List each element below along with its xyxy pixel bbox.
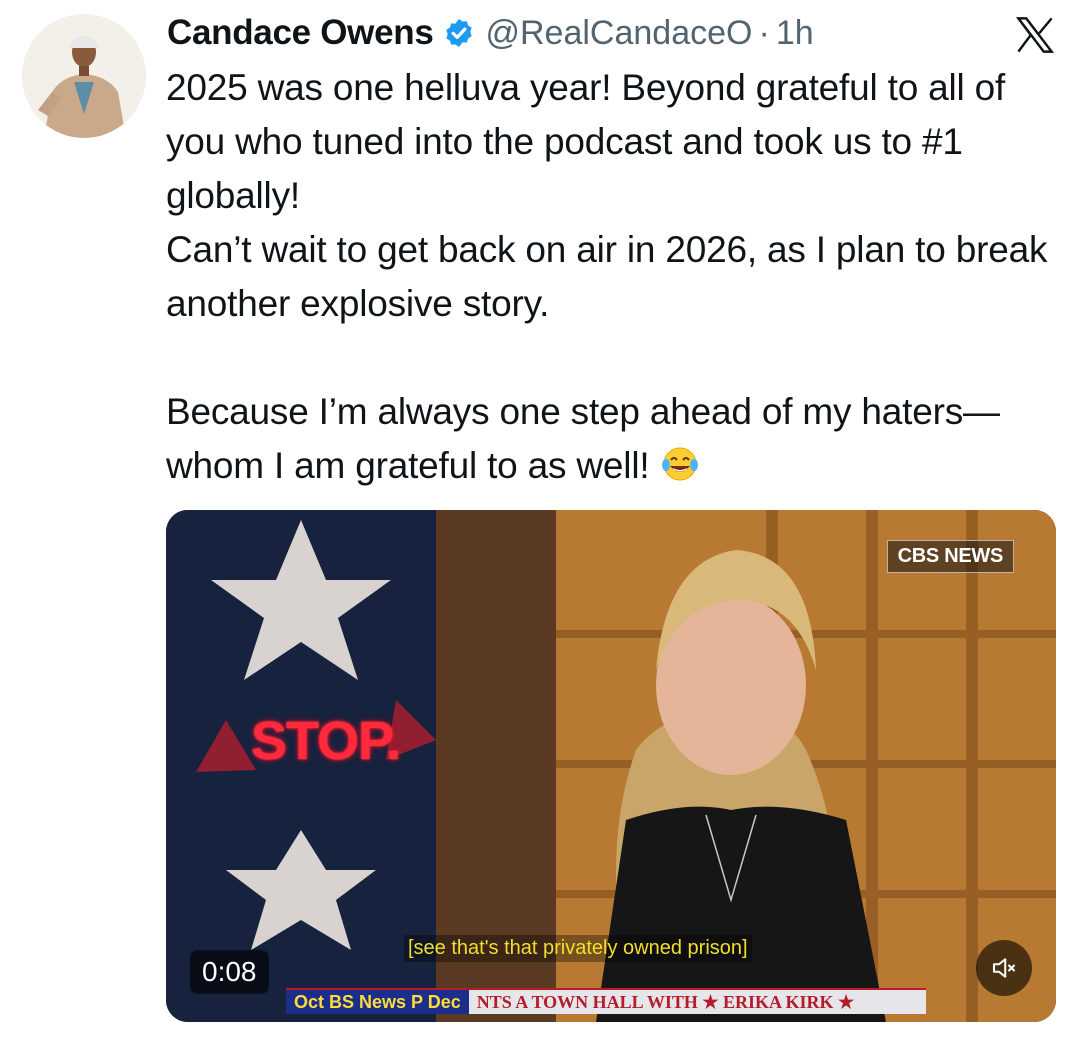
video-subtitle: [see that's that privately owned prison] xyxy=(404,935,752,962)
mute-button[interactable] xyxy=(976,940,1032,996)
video-player[interactable]: CBS NEWS STOP. [see that's that privatel… xyxy=(166,510,1056,1022)
avatar-image xyxy=(22,14,146,138)
stop-sign-text: STOP. xyxy=(251,711,401,771)
post-timestamp[interactable]: 1h xyxy=(776,14,814,53)
author-name[interactable]: Candace Owens xyxy=(167,13,434,53)
speaker-muted-icon xyxy=(993,958,1015,978)
avatar[interactable] xyxy=(22,14,146,138)
author-handle[interactable]: @RealCandaceO xyxy=(485,14,752,53)
face-with-tears-of-joy-icon xyxy=(661,447,698,481)
tweet-paragraph-text: Because I’m always one step ahead of my … xyxy=(166,391,1000,486)
tweet-paragraph: Because I’m always one step ahead of my … xyxy=(166,385,1056,493)
x-logo-icon xyxy=(1015,17,1055,53)
ticker-text: NTS A TOWN HALL WITH ★ ERIKA KIRK ★ xyxy=(476,991,855,1012)
network-bug: CBS NEWS xyxy=(886,540,1014,573)
ticker-logo-text: Oct BS News P Dec xyxy=(286,990,469,1014)
tweet-paragraph: Can’t wait to get back on air in 2026, a… xyxy=(166,229,1048,324)
verified-badge-icon xyxy=(446,19,473,47)
tweet-paragraph: 2025 was one helluva year! Beyond gratef… xyxy=(166,67,1006,216)
tweet-header: Candace Owens @RealCandaceO · 1h xyxy=(167,8,814,58)
separator-dot: · xyxy=(758,13,770,52)
video-duration: 0:08 xyxy=(190,950,269,994)
tweet-body: 2025 was one helluva year! Beyond gratef… xyxy=(166,61,1056,493)
news-ticker: Oct BS News P Dec NTS A TOWN HALL WITH ★… xyxy=(286,988,926,1014)
